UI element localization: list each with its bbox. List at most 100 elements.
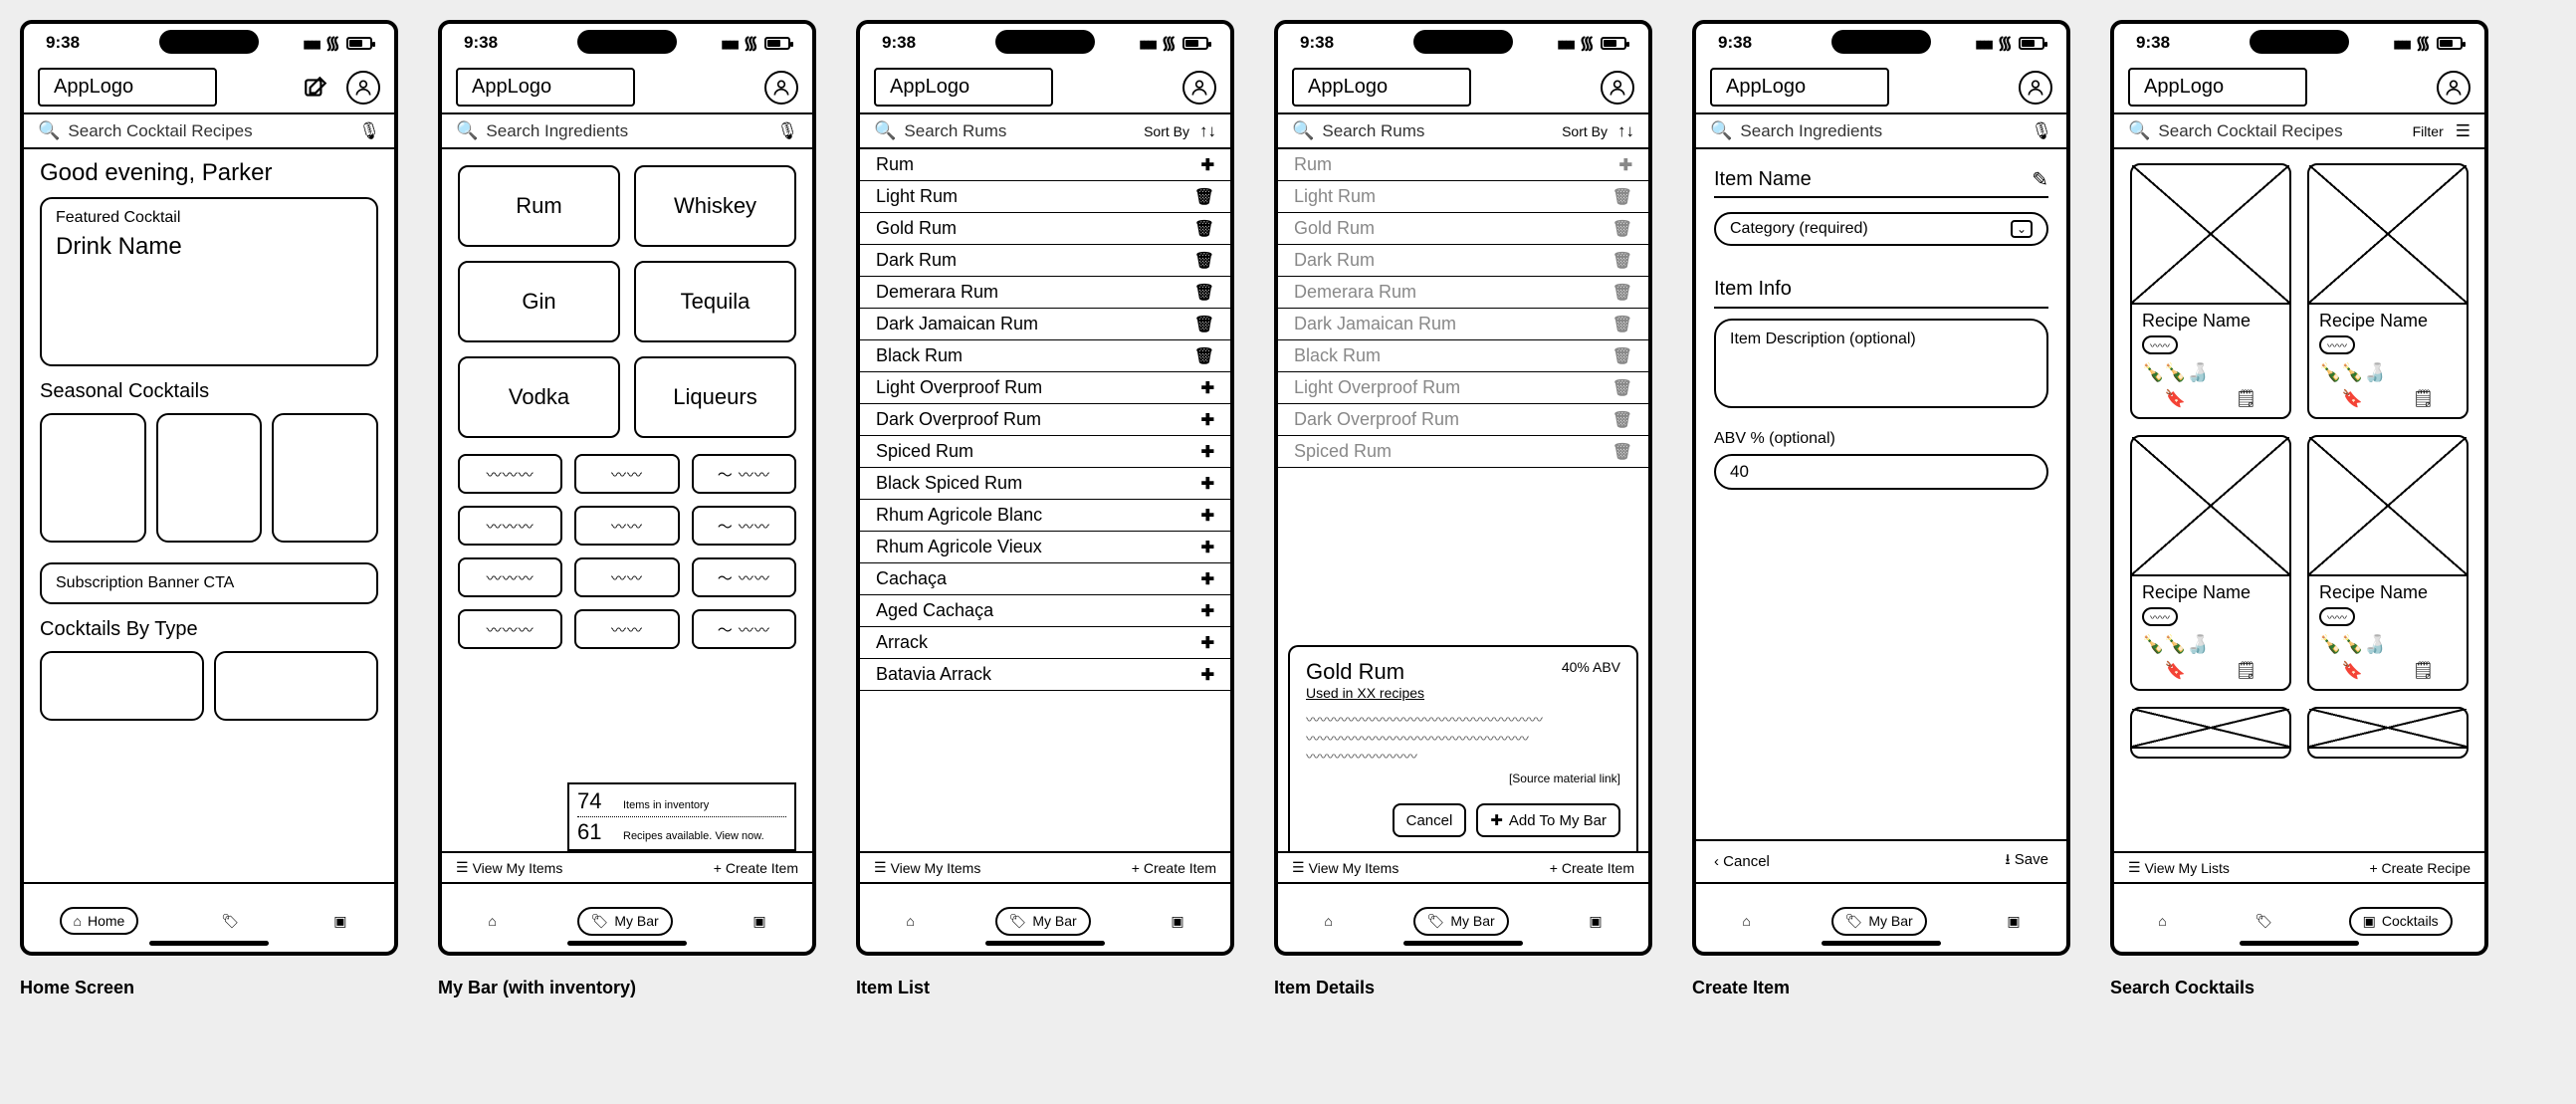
subcategory-card[interactable]: 〰〰	[574, 557, 679, 597]
trash-icon[interactable]	[1194, 345, 1214, 366]
search-bar[interactable]: 🔍 Search Rums Sort By ↑↓	[1278, 114, 1648, 147]
subcategory-card[interactable]: 〜 〰〰	[692, 557, 796, 597]
notes-icon[interactable]: 🗒	[2236, 661, 2257, 681]
item-row[interactable]: Rum	[860, 149, 1230, 181]
item-row[interactable]: Spiced Rum	[860, 436, 1230, 468]
search-bar[interactable]: 🔍 Search Cocktail Recipes 🎙	[24, 114, 394, 147]
item-row[interactable]: Rhum Agricole Blanc	[860, 500, 1230, 532]
mic-icon[interactable]: 🎙	[358, 121, 380, 141]
category-card[interactable]: Liqueurs	[634, 356, 796, 438]
plus-icon[interactable]	[1201, 664, 1214, 685]
item-row[interactable]: Light Overproof Rum	[860, 372, 1230, 404]
seasonal-card[interactable]	[272, 413, 378, 543]
search-bar[interactable]: 🔍 Search Cocktail Recipes Filter ☰	[2114, 114, 2484, 147]
recipe-card[interactable]: Recipe Name〰〰🍾🍾🍶🔖🗒	[2307, 435, 2469, 691]
trash-icon[interactable]	[1194, 218, 1214, 239]
used-in-link[interactable]: Used in XX recipes	[1306, 685, 1620, 701]
tab-home[interactable]: ⌂	[476, 909, 508, 933]
profile-icon[interactable]	[764, 71, 798, 105]
recipe-card[interactable]: Recipe Name〰〰🍾🍾🍶🔖🗒	[2130, 435, 2291, 691]
item-row[interactable]: Demerara Rum	[860, 277, 1230, 309]
subcategory-card[interactable]: 〰〰	[574, 454, 679, 494]
subcategory-card[interactable]: 〰〰〰	[458, 454, 562, 494]
create-item-link[interactable]: + Create Item	[1550, 860, 1634, 876]
item-row[interactable]: Dark Rum	[860, 245, 1230, 277]
stats-box[interactable]: 74Items in inventory 61Recipes available…	[567, 782, 796, 851]
subcategory-card[interactable]: 〜 〰〰	[692, 609, 796, 649]
add-to-bar-button[interactable]: ✚Add To My Bar	[1476, 803, 1620, 837]
subscription-cta[interactable]: Subscription Banner CTA	[40, 562, 378, 604]
subcategory-card[interactable]: 〰〰	[574, 506, 679, 546]
notes-icon[interactable]: 🗒	[2236, 389, 2257, 409]
category-select[interactable]: Category (required) ⌄	[1714, 212, 2048, 246]
subcategory-card[interactable]: 〰〰〰	[458, 609, 562, 649]
item-row[interactable]: Aged Cachaça	[860, 595, 1230, 627]
tab-mybar[interactable]: 🏷My Bar	[995, 907, 1091, 936]
category-card[interactable]: Gin	[458, 261, 620, 342]
plus-icon[interactable]	[1201, 154, 1214, 175]
search-bar[interactable]: 🔍 Search Ingredients 🎙	[1696, 114, 2066, 147]
item-description-field[interactable]: Item Description (optional)	[1714, 319, 2048, 408]
view-my-lists-link[interactable]: ☰View My Lists	[2128, 859, 2230, 876]
item-row[interactable]: Black Rum	[860, 340, 1230, 372]
plus-icon[interactable]	[1201, 409, 1214, 430]
tab-mybar[interactable]: 🏷My Bar	[1831, 907, 1927, 936]
tab-home[interactable]: ⌂	[1730, 909, 1762, 933]
tab-mybar[interactable]: 🏷	[2243, 909, 2284, 934]
cancel-button[interactable]: Cancel	[1393, 803, 1467, 837]
notes-icon[interactable]: 🗒	[2413, 389, 2435, 409]
tab-mybar[interactable]: 🏷My Bar	[1413, 907, 1509, 936]
notes-icon[interactable]: 🗒	[2413, 661, 2435, 681]
sort-icon[interactable]: ↑↓	[1617, 121, 1634, 141]
cancel-button[interactable]: ‹ Cancel	[1714, 853, 1770, 870]
subcategory-card[interactable]: 〰〰〰	[458, 506, 562, 546]
create-item-link[interactable]: + Create Item	[714, 860, 798, 876]
item-row[interactable]: Light Rum	[860, 181, 1230, 213]
bookmark-icon[interactable]: 🔖	[2342, 389, 2363, 409]
item-row[interactable]: Black Spiced Rum	[860, 468, 1230, 500]
item-row[interactable]: Arrack	[860, 627, 1230, 659]
mic-icon[interactable]: 🎙	[776, 121, 798, 141]
trash-icon[interactable]	[1194, 250, 1214, 271]
tab-home[interactable]: ⌂	[2146, 909, 2178, 933]
plus-icon[interactable]	[1201, 441, 1214, 462]
bookmark-icon[interactable]: 🔖	[2165, 389, 2186, 409]
seasonal-card[interactable]	[40, 413, 146, 543]
tab-cocktails[interactable]: ▣	[741, 909, 777, 934]
profile-icon[interactable]	[1601, 71, 1634, 105]
abv-input[interactable]: 40	[1714, 454, 2048, 490]
type-card[interactable]	[214, 651, 378, 721]
tab-cocktails[interactable]: ▣	[1159, 909, 1195, 934]
bookmark-icon[interactable]: 🔖	[2165, 661, 2186, 681]
tab-cocktails[interactable]: ▣	[1577, 909, 1613, 934]
compose-icon[interactable]	[299, 71, 332, 105]
view-my-items-link[interactable]: ☰View My Items	[1292, 859, 1398, 876]
trash-icon[interactable]	[1194, 314, 1214, 334]
tab-home[interactable]: ⌂	[1312, 909, 1344, 933]
profile-icon[interactable]	[2437, 71, 2470, 105]
category-card[interactable]: Whiskey	[634, 165, 796, 247]
type-card[interactable]	[40, 651, 204, 721]
tab-home[interactable]: ⌂ Home	[60, 907, 139, 935]
item-row[interactable]: Dark Overproof Rum	[860, 404, 1230, 436]
recipe-card[interactable]	[2130, 707, 2291, 759]
plus-icon[interactable]	[1201, 473, 1214, 494]
plus-icon[interactable]	[1201, 537, 1214, 557]
profile-icon[interactable]	[1182, 71, 1216, 105]
item-row[interactable]: Rhum Agricole Vieux	[860, 532, 1230, 563]
create-recipe-link[interactable]: + Create Recipe	[2369, 860, 2470, 876]
filter-icon[interactable]: ☰	[2456, 121, 2470, 141]
save-button[interactable]: ⭳ Save	[2005, 849, 2048, 874]
item-name-field[interactable]: Item Name ✎	[1714, 163, 2048, 198]
item-row[interactable]: Cachaça	[860, 563, 1230, 595]
seasonal-card[interactable]	[156, 413, 263, 543]
tab-cocktails[interactable]: ▣	[322, 909, 358, 934]
recipe-card[interactable]	[2307, 707, 2469, 759]
tab-home[interactable]: ⌂	[894, 909, 926, 933]
category-card[interactable]: Rum	[458, 165, 620, 247]
subcategory-card[interactable]: 〰〰〰	[458, 557, 562, 597]
tab-cocktails[interactable]: ▣Cocktails	[2349, 907, 2453, 936]
bookmark-icon[interactable]: 🔖	[2342, 661, 2363, 681]
subcategory-card[interactable]: 〜 〰〰	[692, 454, 796, 494]
plus-icon[interactable]	[1201, 632, 1214, 653]
